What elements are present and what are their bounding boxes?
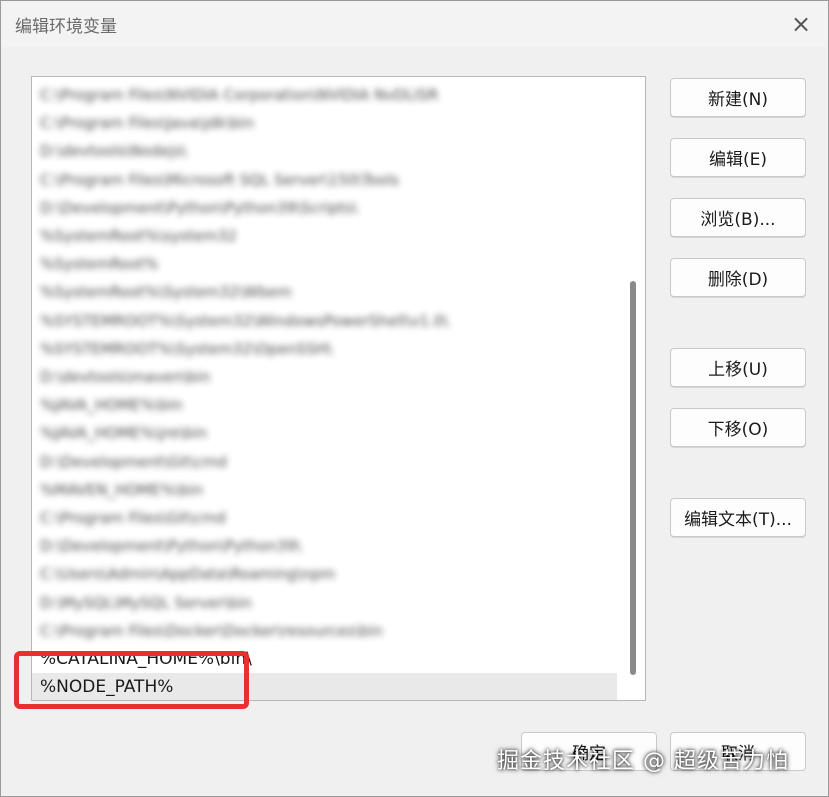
path-list-items: C:\Program Files\NVIDIA Corporation\NVID… — [32, 77, 617, 700]
list-item[interactable]: C:\Program Files\Java\jdk\bin — [32, 109, 617, 137]
list-item-text: C:\Users\Admin\AppData\Roaming\npm — [40, 565, 336, 584]
list-item[interactable]: C:\Users\Admin\AppData\Roaming\npm — [32, 560, 617, 588]
list-item[interactable]: C:\Program Files\Microsoft SQL Server\15… — [32, 166, 617, 194]
list-item[interactable]: D:\devtools\Nodejs\ — [32, 137, 617, 165]
list-item[interactable]: %SystemRoot%\System32\Wbem — [32, 278, 617, 306]
list-item[interactable]: D:\Development\Python\Python39\Scripts\ — [32, 194, 617, 222]
list-item-text: D:\devtools\Nodejs\ — [40, 142, 187, 161]
delete-button[interactable]: 删除(D) — [670, 258, 806, 297]
edit-text-button[interactable]: 编辑文本(T)... — [670, 498, 806, 537]
list-item-text: %SYSTEMROOT%\System32\OpenSSH\ — [40, 339, 333, 358]
list-item-text: D:\Development\Python\Python39\ — [40, 537, 301, 556]
list-item[interactable]: %SystemRoot% — [32, 250, 617, 278]
list-item-text: %MAVEN_HOME%\bin — [40, 480, 203, 499]
edit-env-var-dialog: 编辑环境变量 × C:\Program Files\NVIDIA Corpora… — [0, 0, 829, 797]
scrollbar-thumb[interactable] — [630, 281, 636, 675]
list-item[interactable]: %MAVEN_HOME%\bin — [32, 476, 617, 504]
list-item-text: %SYSTEMROOT%\System32\WindowsPowerShell\… — [40, 311, 449, 330]
list-item[interactable]: %JAVA_HOME%\bin — [32, 391, 617, 419]
list-item[interactable]: D:\Development\Python\Python39\ — [32, 532, 617, 560]
dialog-title: 编辑环境变量 — [15, 17, 117, 37]
list-item[interactable]: D:\MySQL\MySQL Server\bin — [32, 589, 617, 617]
list-item[interactable]: C:\Program Files\NVIDIA Corporation\NVID… — [32, 81, 617, 109]
list-item[interactable]: D:\Development\Git\cmd — [32, 448, 617, 476]
list-item[interactable]: %SYSTEMROOT%\System32\WindowsPowerShell\… — [32, 307, 617, 335]
list-item-text: C:\Program Files\Microsoft SQL Server\15… — [40, 170, 399, 189]
list-item-text: C:\Program Files\Git\cmd — [40, 509, 226, 527]
list-item-text: %SystemRoot% — [40, 255, 159, 274]
list-item[interactable]: C:\Program Files\Git\cmd — [32, 504, 617, 532]
list-item-text: C:\Program Files\Java\jdk\bin — [40, 114, 254, 133]
move-down-button[interactable]: 下移(O) — [670, 408, 806, 447]
list-item-text: D:\MySQL\MySQL Server\bin — [40, 593, 252, 612]
list-item[interactable]: %SYSTEMROOT%\System32\OpenSSH\ — [32, 335, 617, 363]
browse-button[interactable]: 浏览(B)... — [670, 198, 806, 237]
list-item-text: %SystemRoot%\system32 — [40, 227, 237, 245]
title-bar: 编辑环境变量 × — [1, 1, 828, 47]
new-button[interactable]: 新建(N) — [670, 78, 806, 117]
list-item[interactable]: %SystemRoot%\system32 — [32, 222, 617, 250]
edit-button[interactable]: 编辑(E) — [670, 138, 806, 177]
list-item-text: %SystemRoot%\System32\Wbem — [40, 283, 292, 302]
close-icon[interactable]: × — [788, 10, 814, 38]
list-item-text: C:\Program Files\Docker\Docker\resources… — [40, 621, 383, 640]
list-item-text: D:\devtools\maven\bin — [40, 368, 211, 386]
watermark: 掘金技术社区 @ 超级苦力怕 — [497, 749, 789, 774]
vertical-scrollbar[interactable] — [627, 83, 639, 694]
list-item-text: %JAVA_HOME%\jre\bin — [40, 424, 208, 443]
list-item[interactable]: D:\devtools\maven\bin — [32, 363, 617, 391]
move-up-button[interactable]: 上移(U) — [670, 348, 806, 387]
list-item-text: D:\Development\Python\Python39\Scripts\ — [40, 198, 358, 217]
list-item-text: D:\Development\Git\cmd — [40, 452, 227, 471]
list-item[interactable]: %JAVA_HOME%\jre\bin — [32, 419, 617, 447]
highlight-annotation — [14, 651, 249, 709]
list-item-text: %JAVA_HOME%\bin — [40, 396, 183, 415]
list-item-text: C:\Program Files\NVIDIA Corporation\NVID… — [40, 86, 439, 104]
path-list[interactable]: C:\Program Files\NVIDIA Corporation\NVID… — [31, 76, 646, 701]
list-item[interactable]: C:\Program Files\Docker\Docker\resources… — [32, 617, 617, 645]
